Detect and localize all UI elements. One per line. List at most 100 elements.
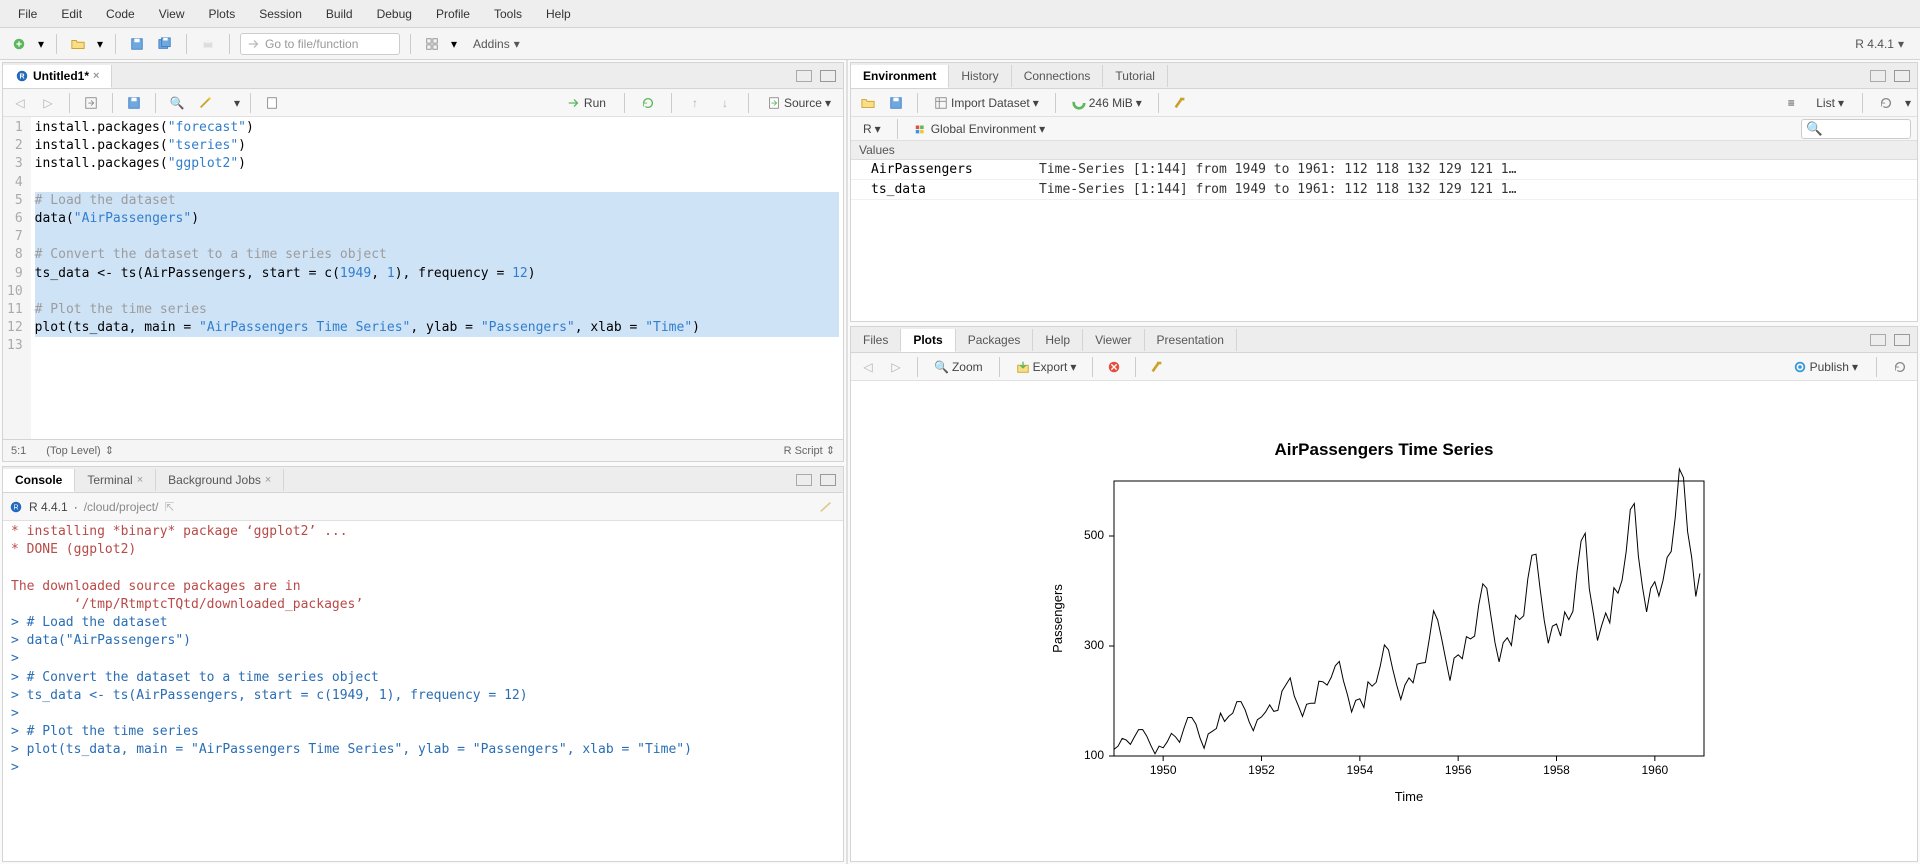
save-all-icon[interactable]	[154, 33, 176, 55]
code-line[interactable]: install.packages("forecast")	[35, 119, 839, 137]
env-row[interactable]: AirPassengersTime-Series [1:144] from 19…	[851, 160, 1917, 180]
console-output[interactable]: * installing *binary* package ‘ggplot2’ …	[3, 521, 843, 861]
clear-console-icon[interactable]	[815, 496, 837, 518]
list-view-icon[interactable]: ≡	[1780, 92, 1802, 114]
open-file-icon[interactable]	[67, 33, 89, 55]
env-row[interactable]: ts_dataTime-Series [1:144] from 1949 to …	[851, 180, 1917, 200]
menu-debug[interactable]: Debug	[367, 3, 422, 25]
code-editor[interactable]: 12345678910111213 install.packages("fore…	[3, 117, 843, 439]
minimize-pane-icon[interactable]	[793, 65, 815, 87]
code-line[interactable]: data("AirPassengers")	[35, 210, 839, 228]
menu-tools[interactable]: Tools	[484, 3, 532, 25]
plots-tab-files[interactable]: Files	[851, 329, 901, 351]
global-env-dropdown[interactable]: Global Environment ▾	[908, 120, 1051, 138]
code-line[interactable]	[35, 228, 839, 246]
console-tab-background-jobs[interactable]: Background Jobs ×	[156, 469, 284, 491]
plots-tab-viewer[interactable]: Viewer	[1083, 329, 1144, 351]
save-icon[interactable]	[126, 33, 148, 55]
export-button[interactable]: Export ▾	[1010, 358, 1083, 376]
menu-profile[interactable]: Profile	[426, 3, 480, 25]
plots-tab-packages[interactable]: Packages	[956, 329, 1034, 351]
dropdown-icon[interactable]: ▾	[95, 33, 105, 55]
env-tab-connections[interactable]: Connections	[1012, 65, 1104, 87]
refresh-icon[interactable]	[1875, 92, 1897, 114]
goto-file-input[interactable]: Go to file/function	[240, 33, 400, 55]
plots-tab-presentation[interactable]: Presentation	[1145, 329, 1237, 351]
menu-help[interactable]: Help	[536, 3, 581, 25]
refresh-plot-icon[interactable]	[1889, 356, 1911, 378]
menu-file[interactable]: File	[8, 3, 47, 25]
publish-button[interactable]: Publish ▾	[1787, 358, 1864, 376]
code-line[interactable]: ts_data <- ts(AirPassengers, start = c(1…	[35, 265, 839, 283]
import-dataset-button[interactable]: Import Dataset ▾	[928, 94, 1045, 112]
menu-view[interactable]: View	[149, 3, 195, 25]
code-line[interactable]: plot(ts_data, main = "AirPassengers Time…	[35, 319, 839, 337]
plot-next-icon[interactable]: ▷	[885, 356, 907, 378]
code-line[interactable]	[35, 283, 839, 301]
code-line[interactable]: install.packages("tseries")	[35, 137, 839, 155]
close-tab-icon[interactable]: ×	[93, 70, 99, 82]
clear-objects-icon[interactable]	[1169, 92, 1191, 114]
maximize-pane-icon[interactable]	[817, 65, 839, 87]
new-file-icon[interactable]	[8, 33, 30, 55]
wand-icon[interactable]	[194, 92, 216, 114]
rerun-icon[interactable]	[637, 92, 659, 114]
env-language-dropdown[interactable]: R ▾	[857, 120, 887, 138]
code-line[interactable]: install.packages("ggplot2")	[35, 155, 839, 173]
plots-tab-help[interactable]: Help	[1033, 329, 1083, 351]
code-line[interactable]	[35, 174, 839, 192]
plots-tab-plots[interactable]: Plots	[901, 329, 955, 352]
addins-dropdown[interactable]: Addins ▾	[465, 33, 528, 55]
code-line[interactable]	[35, 337, 839, 355]
menu-edit[interactable]: Edit	[51, 3, 92, 25]
show-in-new-window-icon[interactable]	[80, 92, 102, 114]
env-tab-tutorial[interactable]: Tutorial	[1103, 65, 1168, 87]
memory-usage[interactable]: 246 MiB ▾	[1066, 94, 1148, 112]
popout-icon[interactable]: ⇱	[164, 500, 174, 514]
menu-plots[interactable]: Plots	[199, 3, 246, 25]
env-tab-environment[interactable]: Environment	[851, 65, 949, 88]
minimize-pane-icon[interactable]	[793, 469, 815, 491]
console-tab-console[interactable]: Console	[3, 469, 75, 492]
r-version-label[interactable]: R 4.4.1 ▾	[1855, 37, 1912, 51]
dropdown-icon[interactable]: ▾	[36, 33, 46, 55]
minimize-pane-icon[interactable]	[1867, 65, 1889, 87]
console-tab-terminal[interactable]: Terminal ×	[75, 469, 156, 491]
plot-prev-icon[interactable]: ◁	[857, 356, 879, 378]
close-tab-icon[interactable]: ×	[265, 474, 271, 486]
clear-plots-icon[interactable]	[1146, 356, 1168, 378]
dropdown-icon[interactable]: ▾	[449, 33, 459, 55]
source-tab-untitled[interactable]: R Untitled1* ×	[3, 65, 112, 88]
menu-build[interactable]: Build	[316, 3, 363, 25]
close-tab-icon[interactable]: ×	[137, 474, 143, 486]
list-mode-dropdown[interactable]: List ▾	[1810, 94, 1850, 112]
maximize-pane-icon[interactable]	[1891, 65, 1913, 87]
zoom-button[interactable]: 🔍 Zoom	[928, 358, 989, 376]
code-line[interactable]: # Convert the dataset to a time series o…	[35, 246, 839, 264]
save-workspace-icon[interactable]	[885, 92, 907, 114]
nav-fwd-icon[interactable]: ▷	[37, 92, 59, 114]
lang-label[interactable]: R Script	[784, 445, 823, 457]
save-icon[interactable]	[123, 92, 145, 114]
nav-back-icon[interactable]: ◁	[9, 92, 31, 114]
menu-session[interactable]: Session	[249, 3, 312, 25]
up-icon[interactable]: ↑	[684, 92, 706, 114]
find-icon[interactable]: 🔍	[166, 92, 188, 114]
report-icon[interactable]	[261, 92, 283, 114]
down-icon[interactable]: ↓	[714, 92, 736, 114]
source-button[interactable]: Source ▾	[761, 94, 837, 112]
env-tab-history[interactable]: History	[949, 65, 1011, 87]
maximize-pane-icon[interactable]	[1891, 329, 1913, 351]
load-workspace-icon[interactable]	[857, 92, 879, 114]
code-line[interactable]: # Plot the time series	[35, 301, 839, 319]
minimize-pane-icon[interactable]	[1867, 329, 1889, 351]
grid-view-icon[interactable]	[421, 33, 443, 55]
run-button[interactable]: Run	[561, 94, 612, 112]
scope-label[interactable]: (Top Level)	[46, 445, 100, 457]
env-search-input[interactable]	[1801, 119, 1911, 139]
code-line[interactable]: # Load the dataset	[35, 192, 839, 210]
maximize-pane-icon[interactable]	[817, 469, 839, 491]
remove-plot-icon[interactable]	[1103, 356, 1125, 378]
menu-code[interactable]: Code	[96, 3, 145, 25]
print-icon[interactable]	[197, 33, 219, 55]
